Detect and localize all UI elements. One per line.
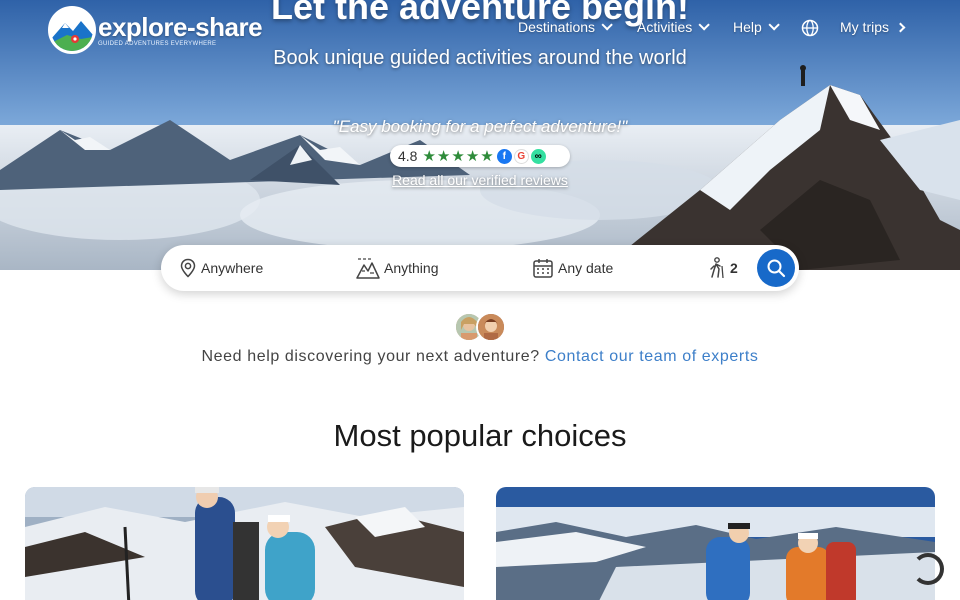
- nav-activities[interactable]: Activities: [637, 19, 711, 35]
- search-bar: Anywhere Anything Any date 2: [161, 245, 799, 291]
- location-field[interactable]: Anywhere: [179, 245, 263, 291]
- read-reviews-link[interactable]: Read all our verified reviews: [0, 172, 960, 188]
- language-selector[interactable]: [801, 19, 819, 37]
- rating-badge: 4.8 ★ ★ ★ ★ ★ f G ∞: [390, 145, 570, 167]
- location-value: Anywhere: [201, 260, 264, 276]
- rating-value: 4.8: [398, 148, 418, 164]
- star-icon: ★: [480, 147, 494, 165]
- search-button[interactable]: [757, 249, 795, 287]
- date-value: Any date: [558, 260, 614, 276]
- popular-trip-card[interactable]: [25, 487, 464, 600]
- nav-my-trips[interactable]: My trips: [840, 19, 906, 35]
- review-quote: "Easy booking for a perfect adventure!": [332, 117, 628, 136]
- nav-destinations[interactable]: Destinations: [518, 19, 613, 35]
- hero-subtitle: Book unique guided activities around the…: [273, 47, 687, 69]
- star-icon: ★: [451, 147, 465, 165]
- search-icon: [767, 259, 786, 278]
- nav-label: Destinations: [518, 19, 596, 35]
- mountains-icon: [356, 258, 380, 279]
- popular-trip-card[interactable]: [496, 487, 935, 600]
- guests-value: 2: [730, 260, 738, 276]
- trip-photo: [496, 487, 935, 600]
- popular-section-title: Most popular choices: [333, 418, 627, 453]
- facebook-icon: f: [496, 148, 512, 164]
- guests-field[interactable]: 2: [708, 245, 738, 291]
- activity-value: Anything: [384, 260, 439, 276]
- help-question: Need help discovering your next adventur…: [201, 348, 540, 365]
- main-nav: Destinations Activities Help My trips: [0, 19, 960, 41]
- trip-photo: [25, 487, 464, 600]
- loading-spinner-icon: [912, 553, 944, 585]
- map-pin-icon: [180, 258, 196, 278]
- globe-icon: [801, 19, 819, 37]
- tripadvisor-icon: ∞: [530, 148, 546, 164]
- star-icon: ★: [465, 147, 480, 165]
- nav-help[interactable]: Help: [733, 19, 780, 35]
- chevron-down-icon: [768, 19, 780, 31]
- calendar-icon: [533, 259, 553, 278]
- chevron-down-icon: [698, 19, 711, 31]
- nav-label: My trips: [840, 19, 889, 35]
- star-icon: ★: [436, 147, 451, 165]
- google-icon: G: [513, 148, 529, 164]
- avatar: [476, 312, 506, 342]
- hiker-icon: [710, 257, 724, 279]
- chevron-right-icon: [895, 22, 906, 32]
- contact-experts-link[interactable]: Contact our team of experts: [545, 348, 759, 365]
- chevron-down-icon: [601, 19, 613, 31]
- expert-avatars: [454, 312, 508, 342]
- help-text: Need help discovering your next adventur…: [0, 348, 960, 366]
- nav-label: Help: [733, 19, 762, 35]
- nav-label: Activities: [637, 19, 693, 35]
- date-field[interactable]: Any date: [532, 245, 613, 291]
- activity-field[interactable]: Anything: [356, 245, 438, 291]
- star-icon: ★: [422, 147, 436, 165]
